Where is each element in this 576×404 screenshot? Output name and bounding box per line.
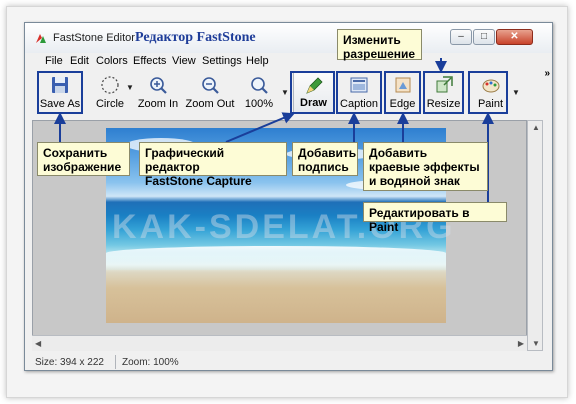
menu-file[interactable]: File bbox=[45, 55, 63, 67]
surf-wave bbox=[106, 246, 446, 270]
circle-dropdown-arrow-icon[interactable]: ▼ bbox=[126, 83, 134, 92]
maximize-button[interactable]: □ bbox=[473, 29, 495, 45]
callout-add-caption: Добавить подпись bbox=[292, 142, 358, 176]
status-separator bbox=[115, 355, 116, 369]
draw-highlight bbox=[290, 71, 335, 114]
horizontal-scrollbar[interactable]: ◀ ▶ bbox=[32, 335, 527, 351]
zoom-level-icon bbox=[251, 77, 268, 94]
toolbar-overflow-chevron-icon[interactable]: » bbox=[544, 68, 549, 79]
window-title: FastStone Editor bbox=[53, 32, 135, 44]
circle-label: Circle bbox=[95, 98, 125, 110]
zoom-out-button[interactable]: Zoom Out bbox=[184, 72, 236, 114]
vertical-scrollbar[interactable]: ▲ ▼ bbox=[527, 120, 543, 351]
faststone-app-icon bbox=[36, 34, 46, 43]
menu-effects[interactable]: Effects bbox=[133, 55, 166, 67]
zoom-out-label: Zoom Out bbox=[185, 98, 235, 110]
paint-highlight bbox=[468, 71, 508, 114]
callout-graphic-editor: Графический редактор FastStone Capture bbox=[139, 142, 287, 188]
status-bar: Size: 394 x 222 Zoom: 100% bbox=[25, 353, 552, 371]
menu-bar: File Edit Colors Effects View Settings H… bbox=[25, 53, 552, 69]
window-brand-title: Редактор FastStone bbox=[135, 30, 256, 45]
minimize-button[interactable]: – bbox=[450, 29, 472, 45]
close-button[interactable]: ✕ bbox=[496, 29, 533, 45]
resize-highlight bbox=[423, 71, 464, 114]
zoom-in-button[interactable]: Zoom In bbox=[135, 72, 181, 114]
paint-dropdown-arrow-icon[interactable]: ▼ bbox=[512, 88, 520, 97]
scroll-up-arrow-icon[interactable]: ▲ bbox=[532, 123, 540, 132]
callout-edge-effects: Добавить краевые эффекты и водяной знак bbox=[363, 142, 488, 191]
caption-highlight bbox=[336, 71, 382, 114]
scroll-right-arrow-icon[interactable]: ▶ bbox=[518, 339, 524, 348]
scroll-down-arrow-icon[interactable]: ▼ bbox=[532, 339, 540, 348]
menu-help[interactable]: Help bbox=[246, 55, 269, 67]
zoom-in-label: Zoom In bbox=[137, 98, 179, 110]
title-bar: FastStone Editor Редактор FastStone – □ … bbox=[25, 23, 552, 53]
dotted-circle-icon bbox=[101, 76, 119, 94]
edge-highlight bbox=[384, 71, 421, 114]
zoom-in-icon bbox=[150, 77, 167, 94]
zoom-level-button[interactable]: 100% bbox=[240, 72, 278, 114]
zoom-dropdown-arrow-icon[interactable]: ▼ bbox=[281, 88, 289, 97]
menu-settings[interactable]: Settings bbox=[202, 55, 242, 67]
callout-edit-in-paint: Редактировать в Paint bbox=[363, 202, 507, 234]
status-size: Size: 394 x 222 bbox=[35, 357, 104, 368]
circle-tool-button[interactable]: Circle bbox=[89, 72, 131, 114]
status-zoom: Zoom: 100% bbox=[122, 357, 179, 368]
callout-save-image: Сохранить изображение bbox=[37, 142, 130, 176]
menu-colors[interactable]: Colors bbox=[96, 55, 128, 67]
menu-view[interactable]: View bbox=[172, 55, 196, 67]
menu-edit[interactable]: Edit bbox=[70, 55, 89, 67]
zoom-level-label: 100% bbox=[244, 98, 274, 110]
scroll-left-arrow-icon[interactable]: ◀ bbox=[35, 339, 41, 348]
zoom-out-icon bbox=[202, 77, 219, 94]
callout-change-resolution: Изменить разрешение bbox=[337, 29, 422, 61]
save-as-highlight bbox=[37, 71, 83, 114]
